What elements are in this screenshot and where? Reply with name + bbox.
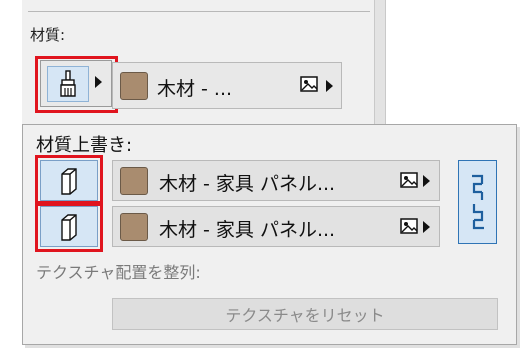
image-icon[interactable]: [400, 172, 420, 190]
override-material-name: 木材 - 家具 パネル...: [159, 219, 336, 241]
divider: [28, 11, 370, 12]
highlight-box: [35, 155, 103, 206]
material-name: 木材 - ...: [157, 78, 233, 100]
material-selector[interactable]: 木材 - ...: [112, 62, 342, 109]
material-swatch: [120, 167, 148, 195]
material-swatch: [120, 213, 148, 241]
popup-title: 材質上書き:: [36, 135, 133, 156]
image-icon[interactable]: [400, 218, 420, 236]
dropdown-arrow-icon: [326, 80, 333, 92]
override-material-name: 木材 - 家具 パネル...: [159, 173, 336, 195]
material-section-label: 材質:: [30, 26, 66, 44]
panel-outside-area: [386, 0, 527, 124]
panel-scrollbar[interactable]: [374, 0, 386, 124]
highlight-box: [35, 201, 103, 252]
window-margin: [0, 0, 22, 362]
dropdown-arrow-icon: [423, 175, 430, 187]
chain-link-icon: [471, 174, 484, 230]
override-material-field-2[interactable]: 木材 - 家具 パネル...: [112, 206, 440, 247]
override-material-field-1[interactable]: 木材 - 家具 パネル...: [112, 160, 440, 201]
texture-align-label: テクスチャ配置を整列:: [36, 263, 201, 282]
dropdown-arrow-icon: [423, 221, 430, 233]
reset-texture-button[interactable]: テクスチャをリセット: [112, 298, 498, 330]
material-swatch: [120, 72, 148, 100]
highlight-box: [35, 56, 118, 113]
image-icon[interactable]: [300, 76, 320, 94]
link-materials-toggle[interactable]: [458, 160, 497, 244]
